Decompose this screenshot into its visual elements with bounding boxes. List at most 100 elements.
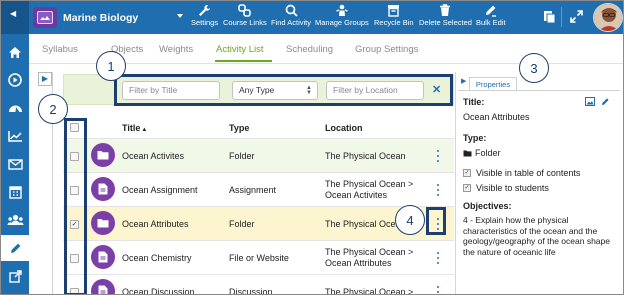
property-title-label: Title:	[463, 97, 485, 107]
document-icon	[91, 279, 115, 294]
visible-to-students-label: Visible to students	[476, 183, 549, 193]
row-menu-icon[interactable]	[434, 149, 442, 163]
recycle-bin-button[interactable]: Recycle Bin	[374, 4, 414, 32]
bulk-edit-button[interactable]: Bulk Edit	[476, 4, 506, 32]
search-icon	[285, 4, 298, 17]
callout-3: 3	[519, 53, 549, 83]
course-title[interactable]: Marine Biology	[63, 12, 138, 24]
copy-icon[interactable]	[543, 10, 556, 26]
settings-label: Settings	[191, 18, 219, 27]
active-tab-indicator	[215, 60, 272, 62]
row-location: The Physical Ocean > Ocean Attributes	[325, 247, 413, 269]
location-column-header[interactable]: Location	[325, 123, 363, 133]
row-location: The Physical Ocean	[325, 151, 406, 162]
row-location-line: The Physical Ocean >	[325, 287, 414, 295]
row-menu-icon[interactable]	[434, 285, 442, 294]
trash-icon	[440, 4, 451, 16]
manage-groups-label: Manage Groups	[315, 18, 369, 27]
table-row[interactable]: Ocean Discussion Discussion The Physical…	[63, 274, 454, 295]
expand-tree-button[interactable]: ▶	[38, 72, 52, 86]
group-icon	[336, 4, 348, 16]
edit-pencil-icon[interactable]	[601, 97, 610, 108]
wrench-icon	[199, 5, 211, 16]
image-icon[interactable]	[585, 97, 595, 108]
row-type: Discussion	[229, 287, 273, 295]
tab-group-settings[interactable]: Group Settings	[355, 44, 418, 55]
app-window: ◀ Marine Biology Settings Course Links F…	[0, 0, 624, 295]
callout-1: 1	[96, 51, 126, 81]
external-link-icon[interactable]	[1, 263, 29, 289]
row-title[interactable]: Ocean Discussion	[122, 287, 195, 294]
row-location-line: Ocean Activites	[325, 190, 388, 200]
menu-toggle[interactable]: ◀	[1, 1, 29, 34]
row-menu-icon[interactable]	[434, 251, 442, 265]
row-location: The Physical Ocean > Ocean Activites	[325, 179, 413, 201]
type-column-header[interactable]: Type	[229, 123, 249, 133]
settings-button[interactable]: Settings	[191, 4, 218, 32]
collapse-menu-icon[interactable]: ◀	[10, 9, 16, 18]
bulk-edit-icon	[486, 5, 497, 17]
visible-in-toc-checkbox[interactable]: ✓	[463, 169, 471, 177]
tab-properties[interactable]: Properties	[469, 77, 517, 91]
sort-ascending-icon: ▲	[141, 127, 148, 133]
property-title-value: Ocean Attributes	[463, 112, 530, 122]
user-avatar[interactable]	[593, 3, 623, 32]
filter-highlight	[114, 74, 453, 106]
course-logo	[33, 7, 57, 28]
tab-scheduling[interactable]: Scheduling	[286, 44, 333, 55]
manage-groups-button[interactable]: Manage Groups	[315, 4, 369, 32]
table-row[interactable]: Ocean Activites Folder The Physical Ocea…	[63, 138, 454, 172]
callout-2: 2	[38, 94, 68, 124]
folder-icon	[91, 143, 115, 167]
list-header: Title▲ Type Location	[63, 120, 454, 138]
visible-in-toc-option[interactable]: ✓ Visible in table of contents	[463, 168, 580, 178]
users-icon[interactable]	[1, 207, 29, 233]
visible-to-students-checkbox[interactable]: ✓	[463, 184, 471, 192]
properties-divider	[458, 90, 620, 91]
course-links-button[interactable]: Course Links	[223, 4, 267, 32]
tab-weights[interactable]: Weights	[159, 44, 193, 55]
table-row[interactable]: Ocean Assignment Assignment The Physical…	[63, 172, 454, 206]
dashboard-icon[interactable]	[1, 95, 29, 121]
row-title[interactable]: Ocean Activites	[122, 151, 184, 161]
row-location-line: Ocean Attributes	[325, 258, 392, 268]
visible-to-students-option[interactable]: ✓ Visible to students	[463, 183, 549, 193]
find-activity-label: Find Activity	[271, 18, 312, 27]
row-title[interactable]: Ocean Assignment	[122, 185, 198, 195]
home-icon[interactable]	[1, 39, 29, 65]
row-menu-icon[interactable]	[434, 183, 442, 197]
expand-icon[interactable]	[570, 10, 583, 25]
delete-selected-button[interactable]: Delete Selected	[419, 4, 472, 32]
folder-icon	[463, 150, 472, 157]
row-location-line: The Physical Ocean >	[325, 247, 414, 257]
tab-syllabus[interactable]: Syllabus	[42, 44, 78, 55]
property-type-value: Folder	[463, 148, 501, 158]
document-icon	[91, 177, 115, 201]
play-icon[interactable]	[1, 67, 29, 93]
table-row[interactable]: Ocean Chemistry File or Website The Phys…	[63, 240, 454, 274]
row-title[interactable]: Ocean Chemistry	[122, 253, 192, 263]
chart-icon[interactable]	[1, 123, 29, 149]
course-dropdown-icon[interactable]	[177, 14, 183, 18]
course-links-label: Course Links	[223, 18, 267, 27]
row-location: The Physical Ocean >	[325, 287, 414, 295]
collapse-properties-icon[interactable]: ▶	[461, 77, 466, 85]
toolbar-divider	[561, 7, 562, 27]
mail-icon[interactable]	[1, 151, 29, 177]
find-activity-button[interactable]: Find Activity	[271, 4, 311, 32]
calendar-icon[interactable]	[1, 179, 29, 205]
row-type: Assignment	[229, 185, 277, 195]
folder-icon	[91, 211, 115, 235]
properties-panel: ▶ Properties Title: Ocean Attributes Typ…	[455, 72, 621, 294]
title-column-label: Title	[122, 123, 141, 133]
row-location-line: The Physical Ocean	[325, 151, 406, 161]
recycle-bin-label: Recycle Bin	[374, 18, 414, 27]
row-title[interactable]: Ocean Attributes	[122, 219, 189, 229]
row-type: Folder	[229, 219, 255, 229]
left-nav-rail: ◀	[1, 1, 29, 294]
document-icon	[91, 245, 115, 269]
title-column-header[interactable]: Title▲	[122, 123, 147, 133]
tab-activity-list[interactable]: Activity List	[216, 44, 264, 55]
pencil-icon[interactable]	[1, 235, 29, 261]
top-bar: Marine Biology Settings Course Links Fin…	[29, 1, 623, 34]
